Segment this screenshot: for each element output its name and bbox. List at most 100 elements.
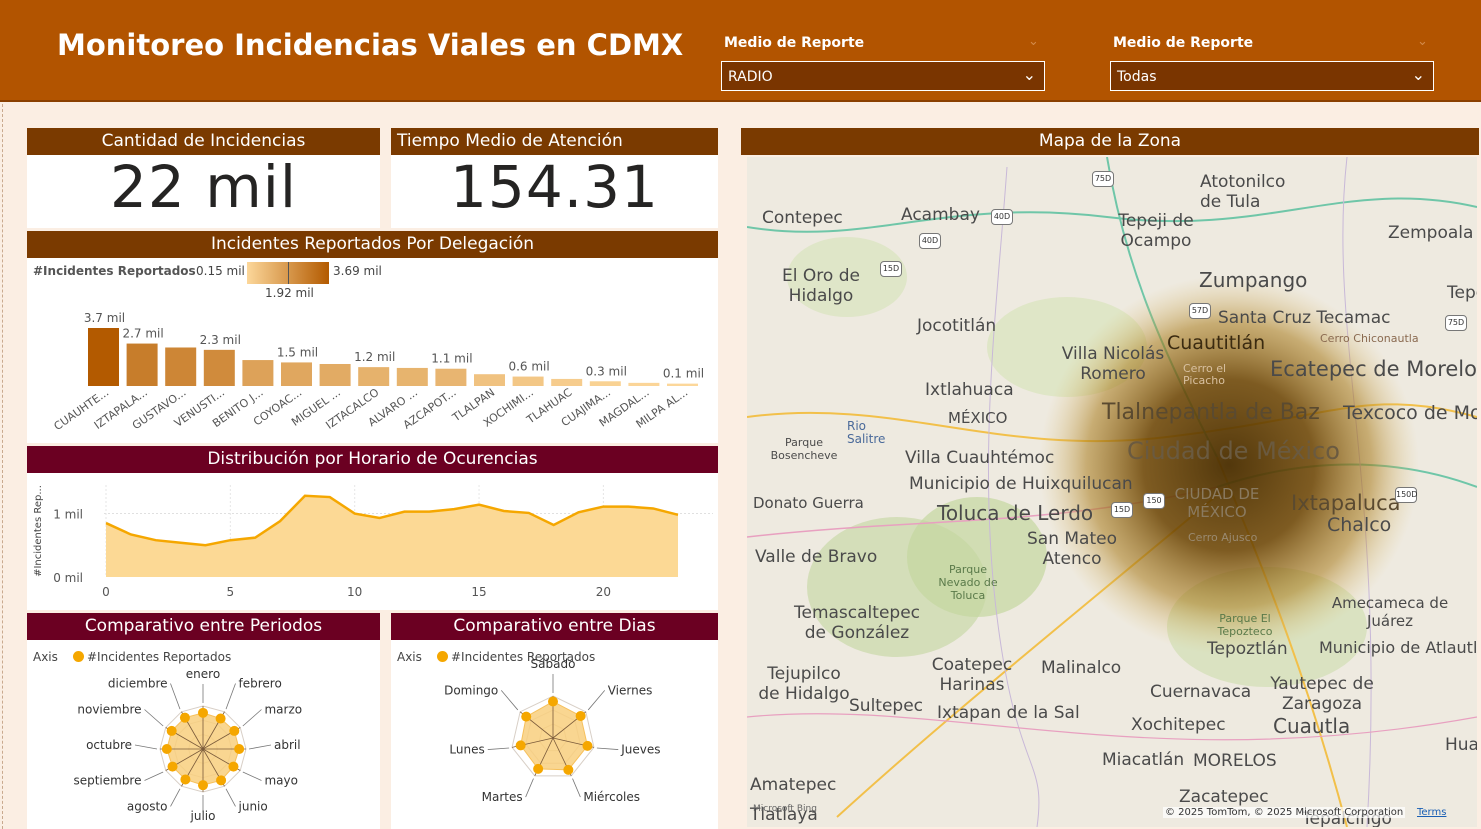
radar-point xyxy=(198,780,208,791)
radar-axis-label: Jueves xyxy=(620,743,660,757)
map-label: Tepea xyxy=(1447,283,1477,303)
kpi-count-title: Cantidad de Incidencias xyxy=(27,128,380,155)
bar-data-label: 0.6 mil xyxy=(508,360,549,374)
radar-point xyxy=(216,775,227,786)
radar-leader-line xyxy=(170,788,181,807)
radar-leader-line xyxy=(248,744,272,750)
bar xyxy=(589,381,621,386)
radar-axis-label: Sábado xyxy=(531,657,576,671)
radar-axis-label: octubre xyxy=(86,738,132,752)
slicer-1-collapse-icon[interactable]: ⌄ xyxy=(1028,34,1039,49)
bar-chart: 3.7 milCUAUHTE...2.7 milIZTAPALA...GUSTA… xyxy=(52,311,705,433)
radar-leader-line xyxy=(242,709,262,727)
radar-axis-label: septiembre xyxy=(73,774,141,788)
map-label: Ixtapaluca xyxy=(1291,491,1401,515)
kpi-time-title: Tiempo Medio de Atención xyxy=(391,128,718,155)
map-view[interactable]: Contepec Acambay Atotonilco de Tula Tepe… xyxy=(747,157,1477,827)
map-attribution: © 2025 TomTom, © 2025 Microsoft Corporat… xyxy=(1163,807,1406,818)
radar-leader-line xyxy=(500,690,519,711)
map-label: Coatepec Harinas xyxy=(931,655,1013,695)
map-label: Cuernavaca xyxy=(1150,682,1252,702)
radar-leader-line xyxy=(596,747,619,750)
highway-shield-icon: 15D xyxy=(1111,502,1133,518)
bar xyxy=(319,363,351,386)
map-label: Amecameca de Juárez xyxy=(1331,594,1449,630)
slicer-1-dropdown[interactable]: RADIO ⌄ xyxy=(721,61,1045,91)
radar-point xyxy=(179,712,190,723)
radar-point xyxy=(234,744,245,754)
map-title: Mapa de la Zona xyxy=(741,128,1479,155)
map-label: Municipio de Huixquilucan xyxy=(909,474,1133,494)
map-terms-link[interactable]: Terms xyxy=(1417,807,1446,818)
page-border xyxy=(2,104,3,829)
kpi-count-value: 22 mil xyxy=(110,153,297,221)
slicer-2-dropdown[interactable]: Todas ⌄ xyxy=(1110,61,1434,91)
map-label: Atotonilco de Tula xyxy=(1200,172,1286,212)
map-label: Ixtapan de la Sal xyxy=(937,703,1080,723)
map-label: Chalco xyxy=(1327,514,1392,536)
map-label: Cuautitlán xyxy=(1167,332,1266,354)
radar-leader-line xyxy=(225,683,236,710)
slicer-2-collapse-icon[interactable]: ⌄ xyxy=(1417,34,1428,49)
radar-point xyxy=(521,711,532,722)
bar-chart-panel[interactable]: #Incidentes Reportados 0.15 mil 3.69 mil… xyxy=(27,258,718,443)
radar-periods-chart: enero febrero marzo abril mayo junio julio agos… xyxy=(73,667,302,823)
map-label: Municipio de Atlautla xyxy=(1319,638,1477,657)
page-title: Monitoreo Incidencias Viales en CDMX xyxy=(57,28,684,62)
bar xyxy=(396,367,428,386)
slicer-1-value: RADIO xyxy=(728,69,773,85)
y-axis-label: #Incidentes Rep... xyxy=(33,485,44,577)
map-label: Tejupilco de Hidalgo xyxy=(758,664,850,704)
radar-leader-line xyxy=(144,771,164,781)
map-poi-label: Cerro el Picacho xyxy=(1183,362,1227,387)
radar-axis-label: marzo xyxy=(264,703,302,717)
map-poi-label: Cerro Chiconautla xyxy=(1320,332,1419,345)
bar-data-label: 1.1 mil xyxy=(431,352,472,366)
radar-leader-line xyxy=(144,709,164,727)
radar-periods-title: Comparativo entre Periodos xyxy=(27,613,380,640)
radar-axis-label: mayo xyxy=(264,774,298,788)
map-label: Temascaltepec de González xyxy=(794,603,920,643)
radar-axis-label: agosto xyxy=(127,799,168,813)
radar-point xyxy=(515,740,526,751)
radar-axis-label: Martes xyxy=(482,790,523,804)
chevron-down-icon: ⌄ xyxy=(1411,65,1425,84)
bar-data-label: 3.7 mil xyxy=(84,311,125,325)
map-poi-label: Parque Nevado de Toluca xyxy=(938,563,998,602)
map-label: Contepec xyxy=(762,208,843,228)
bar xyxy=(435,368,467,386)
radar-point xyxy=(548,696,558,707)
map-label: Valle de Bravo xyxy=(755,547,878,567)
radar-periods-panel[interactable]: Axis #Incidentes Reportados enero febrero… xyxy=(27,640,380,829)
radar-days-title: Comparativo entre Dias xyxy=(391,613,718,640)
slicer-2-label: Medio de Reporte xyxy=(1113,35,1254,51)
bar xyxy=(203,349,235,386)
radar-point xyxy=(166,725,177,736)
radar-days-chart: Sábado Viernes Jueves Miércoles Martes Lunes D… xyxy=(444,657,660,804)
map-label: El Oro de Hidalgo xyxy=(782,266,860,306)
map-label: Malinalco xyxy=(1041,658,1122,678)
map-label: Yautepec de Zaragoza xyxy=(1270,674,1374,714)
bar xyxy=(281,362,312,386)
radar-axis-label: Miércoles xyxy=(583,790,640,804)
bar-data-label: 0.1 mil xyxy=(663,367,704,381)
map-label: Tlalnepantla de Baz xyxy=(1102,400,1320,425)
map-label: Zumpango xyxy=(1199,268,1308,292)
highway-shield-icon: 75D xyxy=(1445,315,1467,331)
x-tick-label: 0 xyxy=(102,585,110,599)
radar-days-panel[interactable]: Axis #Incidentes Reportados Sábado Vierne… xyxy=(391,640,718,829)
x-tick-label: 5 xyxy=(227,585,235,599)
radar-point xyxy=(198,707,208,718)
map-label: Tepeji de Ocampo xyxy=(1118,211,1194,251)
map-label: MORELOS xyxy=(1193,751,1277,771)
radar-axis-label: diciembre xyxy=(108,677,168,691)
kpi-time-card[interactable]: 154.31 xyxy=(391,153,718,228)
map-label: MÉXICO xyxy=(948,409,1008,427)
bar-data-label: 1.5 mil xyxy=(277,345,318,359)
bar xyxy=(242,360,274,386)
line-chart-panel[interactable]: 0 5 10 15 20 0 mil 1 mil #Incidentes Rep... xyxy=(27,473,718,610)
kpi-count-card[interactable]: 22 mil xyxy=(27,153,380,228)
highway-shield-icon: 75D xyxy=(1092,171,1114,187)
radar-leader-line xyxy=(225,788,236,807)
bar xyxy=(126,343,158,386)
